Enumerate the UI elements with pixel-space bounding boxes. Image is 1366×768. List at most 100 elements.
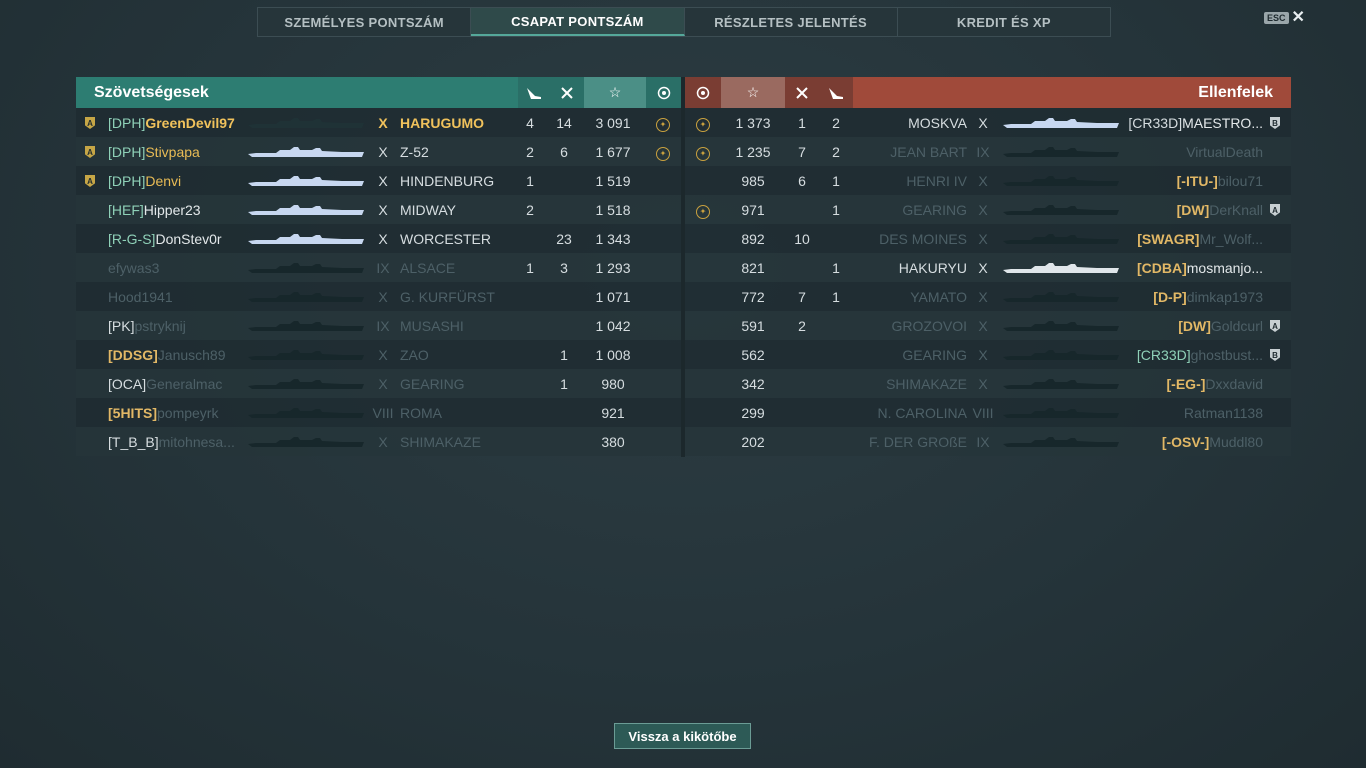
- ship-silhouette: [1001, 262, 1121, 274]
- clan-tag: [CR33D]: [1128, 114, 1183, 131]
- medal-icon: ✦: [645, 143, 681, 161]
- close-button[interactable]: ESC ✕: [1264, 10, 1305, 26]
- enemy-row[interactable]: ✦ 1 235 7 2 JEAN BART IX VirtualDeath: [685, 137, 1291, 166]
- player-label[interactable]: Ratman1138: [1125, 405, 1263, 421]
- player-label[interactable]: [-OSV-]Muddl80: [1125, 434, 1263, 450]
- ship-tier: IX: [976, 433, 990, 450]
- player-label[interactable]: [DDSG]Janusch89: [108, 347, 242, 363]
- enemy-row[interactable]: 342 SHIMAKAZE X [-EG-]Dxxdavid: [685, 369, 1291, 398]
- player-label[interactable]: [PK]pstryknij: [108, 318, 242, 334]
- ally-row[interactable]: A [DPH]GreenDevil97 X HARUGUMO 4 14 3 091 ✦: [76, 108, 681, 137]
- kills-value: 3: [560, 259, 568, 276]
- close-icon[interactable]: ✕: [1292, 10, 1305, 26]
- back-to-port-button[interactable]: Vissza a kikötőbe: [614, 723, 751, 749]
- ally-row[interactable]: [HEF]Hipper23 X MIDWAY 2 1 518: [76, 195, 681, 224]
- ally-row[interactable]: [5HITS]pompeyrk VIII ROMA 921: [76, 398, 681, 427]
- player-label[interactable]: [DPH]Stivpapa: [108, 144, 242, 160]
- medal-icon: ✦: [685, 114, 721, 132]
- ally-row[interactable]: A [DPH]Denvi X HINDENBURG 1 1 519: [76, 166, 681, 195]
- enemy-row[interactable]: 892 10 DES MOINES X [SWAGR]Mr_Wolf...: [685, 224, 1291, 253]
- player-label[interactable]: [DW]Goldcurl: [1125, 318, 1263, 334]
- clan-tag: [R-G-S]: [108, 230, 156, 247]
- tab-team-score[interactable]: CSAPAT PONTSZÁM: [471, 8, 685, 36]
- ship-tier: X: [978, 114, 988, 131]
- player-label[interactable]: [CR33D]ghostbust...: [1125, 347, 1263, 363]
- ally-row[interactable]: A [DPH]Stivpapa X Z-52 2 6 1 677 ✦: [76, 137, 681, 166]
- score-value: 1 235: [735, 143, 771, 160]
- ship-silhouette: [246, 146, 366, 158]
- ally-row[interactable]: Hood1941 X G. KURFÜRST 1 071: [76, 282, 681, 311]
- kill-icon[interactable]: [785, 77, 819, 108]
- ally-row[interactable]: [PK]pstryknij IX MUSASHI 1 042: [76, 311, 681, 340]
- enemy-row[interactable]: A 591 2 GROZOVOI X [DW]Goldcurl: [685, 311, 1291, 340]
- player-label[interactable]: [R-G-S]DonStev0r: [108, 231, 242, 247]
- tab-personal-score[interactable]: SZEMÉLYES PONTSZÁM: [258, 8, 472, 36]
- torpedo-hit-icon[interactable]: [518, 77, 551, 108]
- kills-value: 6: [798, 172, 806, 189]
- torpedo-hits-value: 4: [526, 114, 534, 131]
- ship-silhouette: [1001, 407, 1121, 419]
- player-label[interactable]: [SWAGR]Mr_Wolf...: [1125, 231, 1263, 247]
- ship-tier: VIII: [372, 404, 394, 421]
- player-label[interactable]: [D-P]dimkap1973: [1125, 289, 1263, 305]
- torpedo-hits-value: 1: [832, 201, 840, 218]
- ally-row[interactable]: efywas3 IX ALSACE 1 3 1 293: [76, 253, 681, 282]
- ship-silhouette: [1001, 349, 1121, 361]
- torpedo-hits-value: 1: [832, 288, 840, 305]
- enemy-row[interactable]: 299 N. CAROLINA VIII Ratman1138: [685, 398, 1291, 427]
- player-label[interactable]: [DPH]GreenDevil97: [108, 115, 242, 131]
- tab-detailed-report[interactable]: RÉSZLETES JELENTÉS: [685, 8, 898, 36]
- player-label[interactable]: [T_B_B]mitohnesa...: [108, 434, 242, 450]
- clan-tag: [T_B_B]: [108, 433, 159, 450]
- star-icon[interactable]: ☆: [583, 77, 647, 108]
- player-label[interactable]: [OCA]Generalmac: [108, 376, 242, 392]
- medal-icon: ✦: [645, 114, 681, 132]
- enemy-row[interactable]: 985 6 1 HENRI IV X [-ITU-]bilou71: [685, 166, 1291, 195]
- ship-silhouette: [246, 349, 366, 361]
- player-label[interactable]: efywas3: [108, 260, 242, 276]
- enemy-row[interactable]: 772 7 1 YAMATO X [D-P]dimkap1973: [685, 282, 1291, 311]
- ship-tier: X: [978, 201, 988, 218]
- player-label[interactable]: [HEF]Hipper23: [108, 202, 242, 218]
- star-icon[interactable]: ☆: [721, 77, 785, 108]
- enemy-row[interactable]: B 562 GEARING X [CR33D]ghostbust...: [685, 340, 1291, 369]
- player-name: DerKnall: [1209, 201, 1263, 218]
- player-label[interactable]: [DPH]Denvi: [108, 173, 242, 189]
- player-label[interactable]: VirtualDeath: [1125, 144, 1263, 160]
- medal-icon[interactable]: [685, 77, 721, 108]
- enemy-row[interactable]: 821 1 HAKURYU X [CDBA]mosmanjo...: [685, 253, 1291, 282]
- enemy-row[interactable]: 202 F. DER GROßE IX [-OSV-]Muddl80: [685, 427, 1291, 456]
- clan-tag: [DDSG]: [108, 346, 158, 363]
- clan-tag: [PK]: [108, 317, 135, 334]
- score-value: 1 519: [595, 172, 631, 189]
- medal-icon[interactable]: [646, 77, 681, 108]
- ship-silhouette: [246, 378, 366, 390]
- player-label[interactable]: [5HITS]pompeyrk: [108, 405, 242, 421]
- player-label[interactable]: Hood1941: [108, 289, 242, 305]
- score-value: 1 042: [595, 317, 631, 334]
- ship-silhouette: [246, 233, 366, 245]
- ship-name: GROZOVOI: [891, 317, 967, 334]
- enemy-row[interactable]: A ✦ 971 1 GEARING X [DW]DerKnall: [685, 195, 1291, 224]
- player-label[interactable]: [-EG-]Dxxdavid: [1125, 376, 1263, 392]
- player-name: pstryknij: [134, 317, 186, 334]
- ally-row[interactable]: [R-G-S]DonStev0r X WORCESTER 23 1 343: [76, 224, 681, 253]
- ally-row[interactable]: [DDSG]Janusch89 X ZAO 1 1 008: [76, 340, 681, 369]
- player-label[interactable]: [CDBA]mosmanjo...: [1125, 260, 1263, 276]
- torpedo-hit-icon[interactable]: [819, 77, 853, 108]
- clan-tag: [CDBA]: [1136, 259, 1187, 276]
- tab-credits-xp[interactable]: KREDIT ÉS XP: [898, 8, 1110, 36]
- ally-row[interactable]: [T_B_B]mitohnesa... X SHIMAKAZE 380: [76, 427, 681, 456]
- torpedo-hits-value: 2: [832, 143, 840, 160]
- player-label[interactable]: [DW]DerKnall: [1125, 202, 1263, 218]
- score-value: 3 091: [595, 114, 631, 131]
- player-label[interactable]: [CR33D]MAESTRO...: [1125, 115, 1263, 131]
- ship-tier: IX: [376, 317, 390, 334]
- ally-row[interactable]: [OCA]Generalmac X GEARING 1 980: [76, 369, 681, 398]
- kill-icon[interactable]: [550, 77, 584, 108]
- ship-silhouette: [1001, 146, 1121, 158]
- ship-tier: X: [978, 259, 988, 276]
- ship-tier: X: [378, 201, 388, 218]
- player-label[interactable]: [-ITU-]bilou71: [1125, 173, 1263, 189]
- enemy-row[interactable]: B ✦ 1 373 1 2 MOSKVA X [CR33D]MAESTRO...: [685, 108, 1291, 137]
